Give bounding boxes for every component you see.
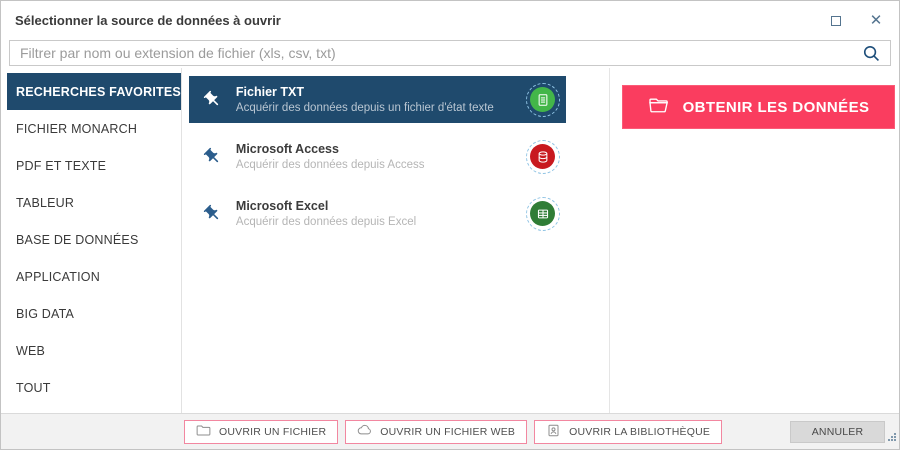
- source-text: Fichier TXT Acquérir des données depuis …: [236, 85, 526, 114]
- source-subtitle: Acquérir des données depuis Access: [236, 159, 526, 171]
- folder-icon: [196, 424, 211, 440]
- source-text: Microsoft Access Acquérir des données de…: [236, 142, 526, 171]
- data-source-dialog: Sélectionner la source de données à ouvr…: [0, 0, 900, 450]
- titlebar: Sélectionner la source de données à ouvr…: [1, 1, 899, 40]
- open-file-label: OUVRIR UN FICHIER: [219, 426, 326, 438]
- open-file-button[interactable]: OUVRIR UN FICHIER: [184, 420, 338, 444]
- cloud-icon: [357, 424, 372, 440]
- footer-bar: OUVRIR UN FICHIER OUVRIR UN FICHIER WEB …: [1, 413, 899, 449]
- access-database-icon: [526, 140, 560, 174]
- source-title: Microsoft Access: [236, 142, 526, 156]
- search-bar: [9, 40, 891, 66]
- text-report-icon: [526, 83, 560, 117]
- close-button[interactable]: ✕: [865, 11, 887, 31]
- get-data-button[interactable]: OBTENIR LES DONNÉES: [622, 85, 895, 129]
- cancel-button[interactable]: ANNULER: [790, 421, 885, 443]
- sidebar-item-recherches-favorites[interactable]: RECHERCHES FAVORITES: [7, 73, 181, 110]
- open-web-file-button[interactable]: OUVRIR UN FICHIER WEB: [345, 420, 527, 444]
- close-icon: ✕: [870, 13, 883, 28]
- source-subtitle: Acquérir des données depuis un fichier d…: [236, 102, 526, 114]
- window-controls: ✕: [825, 11, 887, 31]
- sidebar-item-application[interactable]: APPLICATION: [7, 258, 181, 295]
- search-input[interactable]: [10, 41, 862, 65]
- sidebar-item-pdf-et-texte[interactable]: PDF ET TEXTE: [7, 147, 181, 184]
- resize-grip-icon[interactable]: [887, 429, 897, 447]
- search-icon[interactable]: [862, 44, 890, 63]
- sidebar-item-web[interactable]: WEB: [7, 332, 181, 369]
- source-item-microsoft-access[interactable]: Microsoft Access Acquérir des données de…: [189, 133, 566, 180]
- open-web-file-label: OUVRIR UN FICHIER WEB: [380, 426, 515, 438]
- pushpin-icon[interactable]: [203, 204, 223, 223]
- library-icon: [546, 424, 561, 440]
- open-library-button[interactable]: OUVRIR LA BIBLIOTHÈQUE: [534, 420, 722, 444]
- category-sidebar: RECHERCHES FAVORITES FICHIER MONARCH PDF…: [1, 68, 182, 413]
- pushpin-icon[interactable]: [203, 90, 223, 109]
- content-area: RECHERCHES FAVORITES FICHIER MONARCH PDF…: [1, 68, 899, 413]
- open-library-label: OUVRIR LA BIBLIOTHÈQUE: [569, 426, 710, 438]
- folder-icon: [648, 96, 670, 118]
- sidebar-item-big-data[interactable]: BIG DATA: [7, 295, 181, 332]
- dialog-title: Sélectionner la source de données à ouvr…: [15, 13, 281, 28]
- sidebar-item-tout[interactable]: TOUT: [7, 369, 181, 406]
- source-item-microsoft-excel[interactable]: Microsoft Excel Acquérir des données dep…: [189, 190, 566, 237]
- source-item-fichier-txt[interactable]: Fichier TXT Acquérir des données depuis …: [189, 76, 566, 123]
- sidebar-item-base-de-donnees[interactable]: BASE DE DONNÉES: [7, 221, 181, 258]
- sidebar-item-tableur[interactable]: TABLEUR: [7, 184, 181, 221]
- maximize-button[interactable]: [825, 11, 847, 31]
- action-panel: OBTENIR LES DONNÉES: [609, 68, 899, 413]
- pushpin-icon[interactable]: [203, 147, 223, 166]
- excel-table-icon: [526, 197, 560, 231]
- source-text: Microsoft Excel Acquérir des données dep…: [236, 199, 526, 228]
- source-list: Fichier TXT Acquérir des données depuis …: [182, 68, 609, 413]
- maximize-icon: [831, 16, 841, 26]
- source-title: Microsoft Excel: [236, 199, 526, 213]
- source-subtitle: Acquérir des données depuis Excel: [236, 216, 526, 228]
- get-data-label: OBTENIR LES DONNÉES: [683, 99, 870, 116]
- source-title: Fichier TXT: [236, 85, 526, 99]
- sidebar-item-fichier-monarch[interactable]: FICHIER MONARCH: [7, 110, 181, 147]
